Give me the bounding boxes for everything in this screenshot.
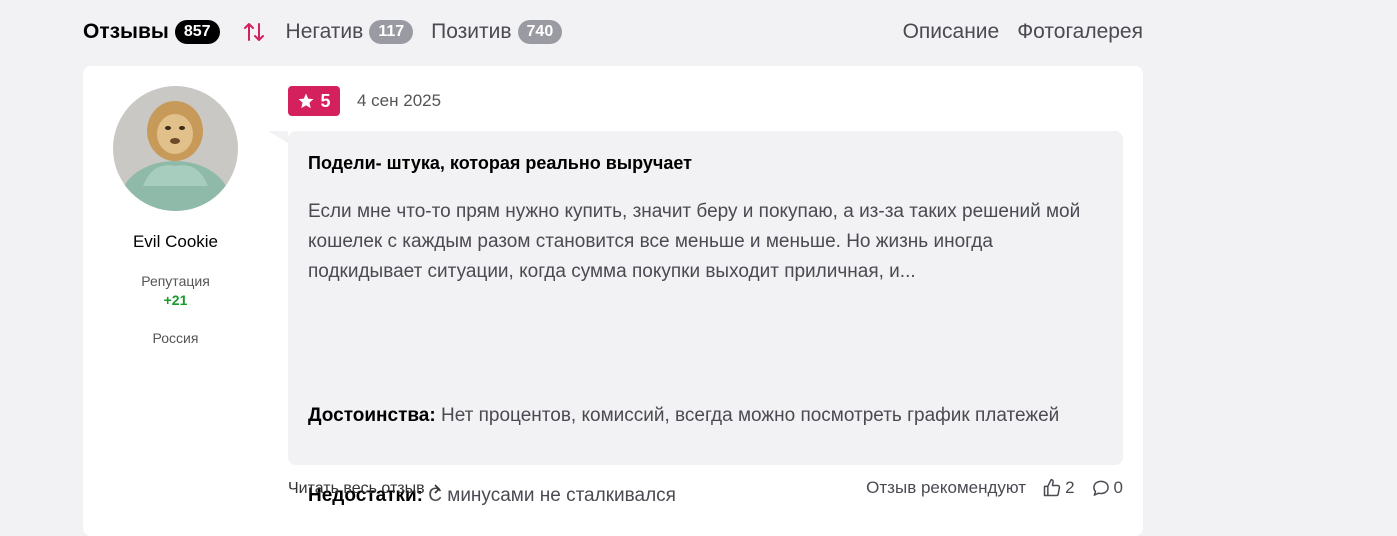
like-button[interactable]: 2 [1042,478,1075,498]
tab-negative-label: Негатив [285,20,364,43]
cons-text: С минусами не сталкивался [428,485,676,506]
review-footer: Отзыв рекомендуют 2 0 [866,478,1123,498]
reputation-value: +21 [163,292,188,308]
review-card: Evil Cookie Репутация +21 Россия 5 4 сен… [83,66,1143,536]
read-more-link[interactable]: Читать весь отзыв [288,480,441,498]
comment-icon [1092,480,1109,496]
secondary-tabs: Описание Фотогалерея [885,20,1143,44]
tab-positive-label: Позитив [431,20,512,43]
likes-count: 2 [1065,478,1075,497]
read-more-label: Читать весь отзыв [288,480,425,497]
chevron-right-icon [434,484,440,494]
thumbs-up-icon [1043,478,1061,497]
avatar[interactable] [113,86,238,211]
reputation-label: Репутация [141,273,210,289]
review-pros: Достоинства: Нет процентов, комиссий, вс… [308,401,1098,431]
tab-positive[interactable]: Позитив 740 [431,20,563,44]
review-date: 4 сен 2025 [357,91,442,110]
tab-positive-count: 740 [517,20,563,44]
recommend-text: Отзыв рекомендуют [866,478,1027,497]
star-icon [298,93,314,109]
pros-label: Достоинства: [308,405,436,426]
comments-count: 0 [1113,478,1123,497]
sort-icon[interactable] [242,20,266,44]
tab-negative-count: 117 [369,20,414,44]
tab-negative[interactable]: Негатив 117 [286,20,414,44]
tab-reviews-label: Отзывы [83,20,169,43]
author-country: Россия [152,330,199,346]
comments-button[interactable]: 0 [1091,478,1123,498]
tab-reviews-count: 857 [174,20,220,44]
tab-description[interactable]: Описание [903,20,1000,44]
review-body: Подели- штука, которая реально выручает … [268,131,1123,506]
rating-badge: 5 [288,86,340,116]
review-text: Если мне что-то прям нужно купить, значи… [308,201,1081,282]
tab-gallery[interactable]: Фотогалерея [1017,20,1143,44]
tab-reviews[interactable]: Отзывы 857 [83,20,220,44]
pros-text: Нет процентов, комиссий, всегда можно по… [440,405,1060,426]
review-tabs: Отзывы 857 Негатив 117 Позитив 740 Описа… [83,16,1143,48]
review-title[interactable]: Подели- штука, которая реально выручает [308,153,692,174]
author-name[interactable]: Evil Cookie [83,232,268,252]
rating-value: 5 [320,90,331,111]
